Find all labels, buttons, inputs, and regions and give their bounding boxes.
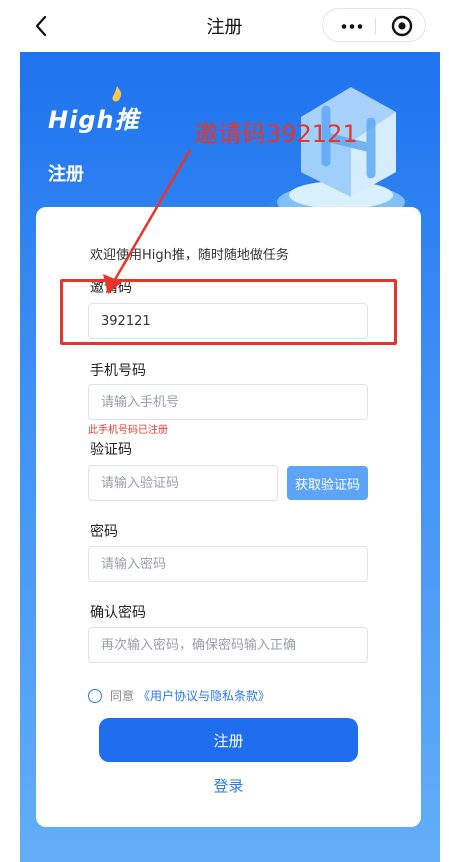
agreement-prefix: 同意: [110, 689, 135, 703]
verification-code-label: 验证码: [90, 442, 132, 458]
register-form-card: 欢迎使用High推，随时随地做任务 邀请码 手机号码 此手机号码已注册 验证码 …: [36, 207, 421, 827]
close-circle-icon[interactable]: [391, 15, 413, 37]
phone-input[interactable]: [88, 384, 368, 420]
invite-code-label: 邀请码: [90, 280, 132, 296]
brand-logo: High推: [48, 106, 140, 134]
flame-icon: [112, 86, 122, 102]
password-label: 密码: [90, 524, 118, 540]
navigation-bar: 注册: [0, 0, 449, 52]
welcome-text: 欢迎使用High推，随时随地做任务: [90, 248, 289, 263]
phone-error-message: 此手机号码已注册: [88, 425, 168, 436]
agreement-row: 同意 《用户协议与隐私条款》: [88, 687, 270, 704]
capsule-divider: [375, 18, 376, 34]
get-code-button[interactable]: 获取验证码: [287, 466, 368, 500]
mini-program-capsule: [322, 8, 426, 42]
confirm-password-input[interactable]: [88, 627, 368, 663]
verification-code-input[interactable]: [88, 465, 278, 501]
more-icon[interactable]: [341, 24, 363, 29]
annotation-label: 邀请码392121: [194, 120, 358, 148]
agreement-link[interactable]: 《用户协议与隐私条款》: [138, 687, 270, 704]
invite-code-input[interactable]: [88, 303, 368, 339]
register-heading: 注册: [48, 164, 84, 185]
password-input[interactable]: [88, 546, 368, 582]
agreement-radio[interactable]: [88, 688, 102, 703]
login-link[interactable]: 登录: [36, 775, 421, 796]
phone-label: 手机号码: [90, 363, 146, 379]
confirm-password-label: 确认密码: [90, 605, 146, 621]
register-button[interactable]: 注册: [99, 718, 358, 762]
